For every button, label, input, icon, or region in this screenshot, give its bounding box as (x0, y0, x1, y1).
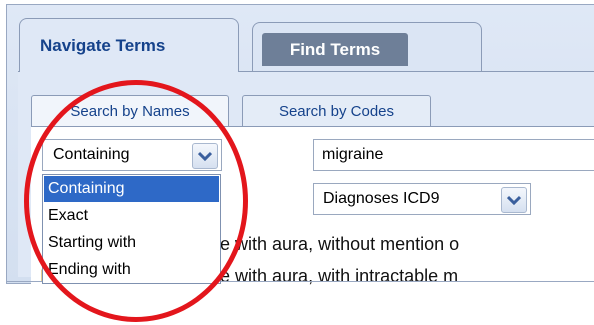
subtab-search-by-names[interactable]: Search by Names (31, 95, 229, 127)
dropdown-option-exact[interactable]: Exact (44, 203, 219, 229)
tab-find-terms[interactable]: Find Terms (252, 22, 482, 72)
tab-find-terms-label: Find Terms (262, 33, 408, 66)
dropdown-option-starting-with[interactable]: Starting with (44, 230, 219, 256)
search-input[interactable]: migraine (313, 139, 594, 171)
code-system-value: Diagnoses ICD9 (323, 190, 440, 207)
chevron-down-icon[interactable] (501, 187, 527, 213)
chevron-down-icon[interactable] (192, 143, 218, 169)
tab-navigate-terms[interactable]: Navigate Terms (19, 18, 239, 72)
dropdown-option-ending-with[interactable]: Ending with (44, 257, 219, 283)
result-item[interactable]: raine with aura, with intractable m (190, 266, 458, 287)
subtab-search-by-codes[interactable]: Search by Codes (242, 95, 431, 127)
stage: Navigate Terms Find Terms Search by Name… (0, 0, 594, 325)
match-mode-value: Containing (53, 146, 130, 163)
dropdown-option-containing[interactable]: Containing (44, 176, 219, 202)
result-item[interactable]: raine with aura, without mention o (190, 234, 459, 255)
match-mode-select[interactable]: Containing (42, 139, 222, 171)
code-system-select[interactable]: Diagnoses ICD9 (313, 183, 531, 215)
match-mode-dropdown: Containing Exact Starting with Ending wi… (42, 174, 221, 284)
tab-navigate-terms-label: Navigate Terms (40, 36, 166, 55)
